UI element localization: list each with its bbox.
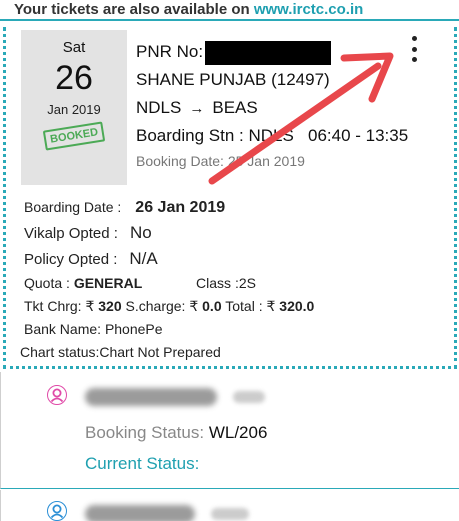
bank-label: Bank Name: (24, 321, 102, 337)
booking-status-value: WL/206 (208, 423, 268, 442)
quota-value: GENERAL (73, 275, 143, 291)
passenger-details-redacted (233, 391, 265, 403)
more-options-icon[interactable] (407, 34, 421, 64)
pnr-redaction (205, 40, 332, 65)
booked-stamp: BOOKED (42, 121, 106, 151)
chart-status-value: Chart Not Prepared (99, 344, 221, 360)
passenger-name-redacted (85, 388, 217, 406)
ticket-details: Boarding Date : 26 Jan 2019 Vikalp Opted … (20, 194, 444, 364)
journey-time: 06:40 - 13:35 (307, 126, 409, 145)
vikalp-label: Vikalp Opted : (24, 225, 118, 242)
class-value: 2S (238, 275, 256, 291)
kebab-dot (411, 57, 417, 62)
to-station: BEAS (212, 98, 258, 117)
boarding-station: Boarding Stn : NDLS (136, 126, 294, 145)
scharge-value: 0.0 (202, 298, 222, 314)
passenger-card[interactable]: Booking Status: WL/206 Current Status: (0, 372, 459, 489)
policy-row: Policy Opted : N/A (24, 246, 444, 272)
ticket-info: PNR No: SHANE PUNJAB (12497) NDLS → BEAS B… (136, 39, 436, 169)
from-station: NDLS (136, 98, 182, 117)
boarding-date-label: Boarding Date : (24, 199, 122, 215)
male-user-icon (47, 501, 67, 521)
tkt-chrg-value: 320 (98, 298, 122, 314)
tkt-chrg-label: Tkt Chrg: ₹ (24, 298, 95, 314)
quota-class-row: Quota : GENERAL Class :2S (24, 272, 444, 295)
journey-month: Jan 2019 (47, 102, 101, 117)
policy-label: Policy Opted : (24, 251, 118, 268)
pnr-label: PNR No: (136, 42, 204, 61)
journey-date-box: Sat 26 Jan 2019 BOOKED (21, 30, 127, 185)
ticket-card: Sat 26 Jan 2019 BOOKED PNR No: SHANE PUN… (3, 27, 457, 369)
kebab-dot (411, 36, 417, 41)
female-user-icon (47, 385, 67, 405)
passenger-card[interactable] (0, 490, 459, 521)
total-value: 320.0 (279, 298, 315, 314)
vikalp-row: Vikalp Opted : No (24, 220, 444, 246)
scharge-label: S.charge: ₹ (125, 298, 199, 314)
kebab-dot (411, 46, 417, 52)
banner-text: Your tickets are also available on (14, 1, 254, 18)
chart-status-row: Chart status:Chart Not Prepared (20, 341, 444, 364)
route-row: NDLS → BEAS (136, 95, 436, 123)
total-label: Total : ₹ (225, 298, 276, 314)
top-banner: Your tickets are also available on www.i… (0, 0, 459, 21)
booking-status-label: Booking Status: (85, 423, 205, 442)
passenger-details-redacted (211, 508, 249, 520)
pnr-row: PNR No: (136, 39, 436, 67)
boarding-date-row: Boarding Date : 26 Jan 2019 (24, 194, 444, 220)
current-status-label: Current Status: (85, 454, 200, 473)
class-label: Class : (196, 275, 239, 291)
journey-date-number: 26 (55, 59, 93, 97)
charges-row: Tkt Chrg: ₹ 320 S.charge: ₹ 0.0 Total : … (24, 295, 444, 318)
boarding-date-value: 26 Jan 2019 (135, 199, 226, 216)
quota-label: Quota : (24, 275, 70, 291)
passenger-name-redacted (85, 505, 195, 521)
right-arrow-icon: → (189, 100, 205, 117)
bank-value: PhonePe (104, 321, 163, 337)
train-name: SHANE PUNJAB (12497) (136, 70, 330, 89)
booking-date: Booking Date: 25 Jan 2019 (136, 153, 305, 169)
chart-status-label: Chart status: (20, 344, 100, 360)
booking-status: Booking Status: WL/206 (85, 423, 267, 443)
irctc-link[interactable]: www.irctc.co.in (254, 1, 363, 18)
journey-day: Sat (62, 39, 86, 56)
vikalp-value: No (129, 223, 152, 242)
policy-value: N/A (129, 249, 158, 268)
boarding-row: Boarding Stn : NDLS 06:40 - 13:35 (136, 123, 436, 151)
bank-row: Bank Name: PhonePe (24, 318, 444, 341)
